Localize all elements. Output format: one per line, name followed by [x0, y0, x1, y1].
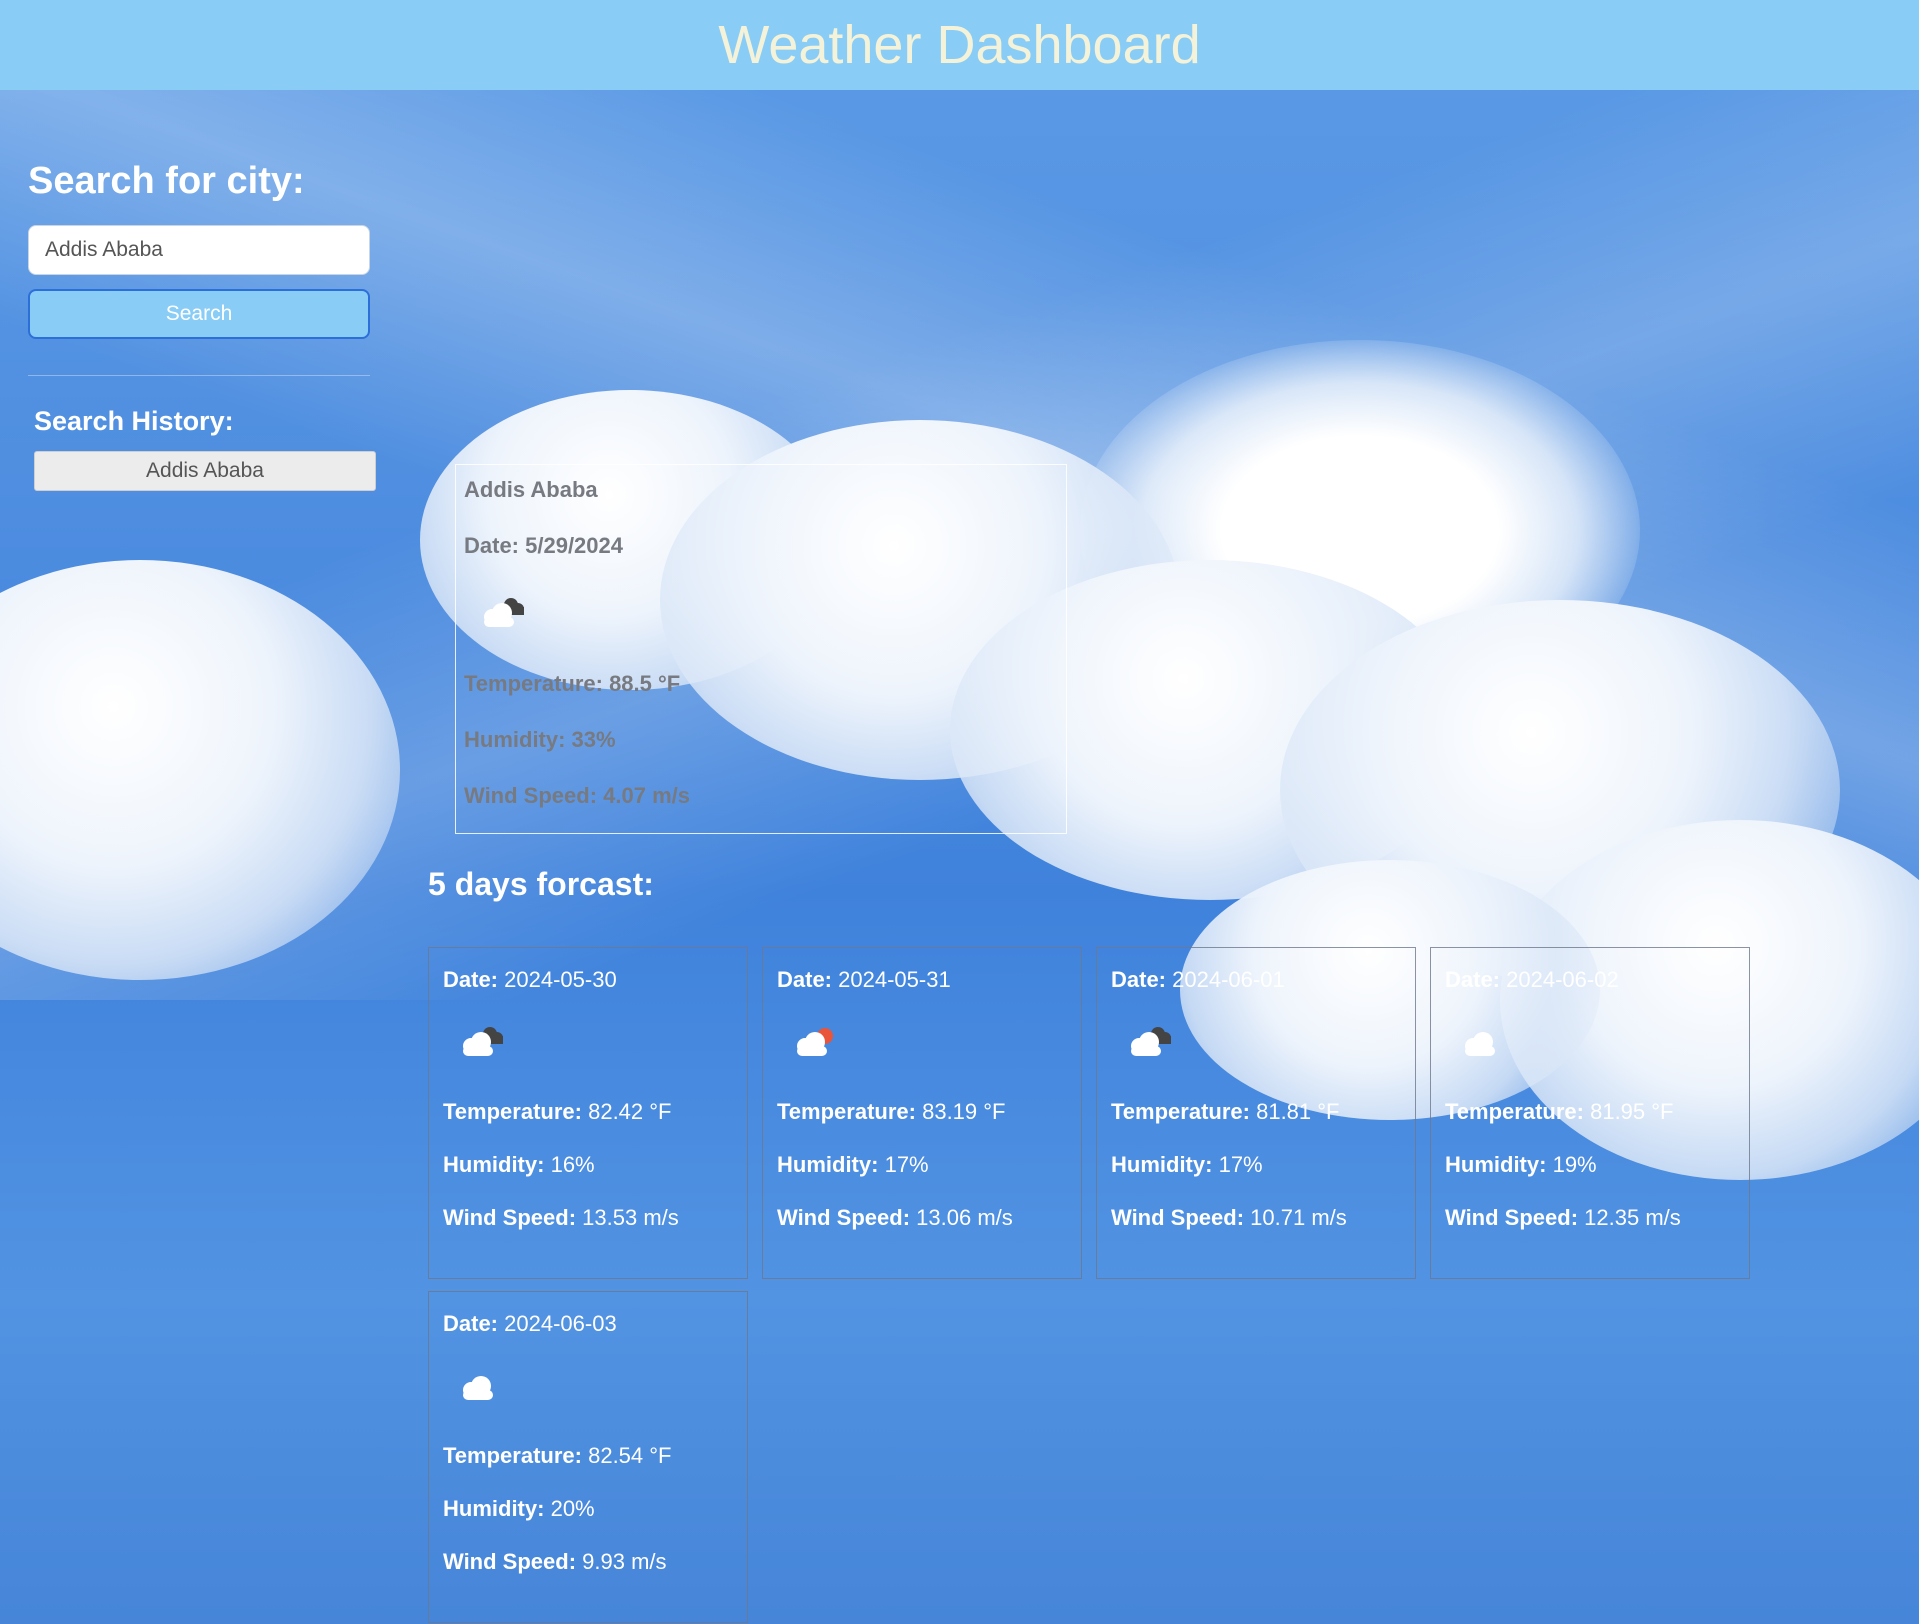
date-label: Date: [1111, 967, 1167, 992]
forecast-date: 2024-06-02 [1506, 967, 1619, 992]
forecast-humidity-row: Humidity: 17% [1111, 1151, 1401, 1179]
forecast-card: Date: 2024-05-31 Temperature: 83.19 °F H… [762, 947, 1082, 1279]
city-search-input[interactable] [28, 225, 370, 275]
forecast-date: 2024-06-01 [1172, 967, 1285, 992]
cloud-icon [1453, 1010, 1735, 1080]
date-label: Date: [777, 967, 833, 992]
current-weather-card: Addis Ababa Date: 5/29/2024 Temperature:… [455, 464, 1067, 834]
current-humidity: Humidity: 33% [464, 727, 616, 752]
forecast-date-row: Date: 2024-06-01 [1111, 966, 1401, 994]
forecast-date-row: Date: 2024-06-03 [443, 1310, 733, 1338]
forecast-temperature: 81.81 °F [1256, 1099, 1340, 1124]
current-date: Date: 5/29/2024 [464, 533, 623, 558]
search-title: Search for city: [28, 160, 305, 202]
wind-label: Wind Speed: [1111, 1205, 1245, 1230]
forecast-date: 2024-06-03 [504, 1311, 617, 1336]
forecast-title: 5 days forcast: [428, 866, 654, 902]
forecast-date-row: Date: 2024-05-31 [777, 966, 1067, 994]
forecast-humidity: 17% [884, 1152, 929, 1177]
search-history-title: Search History: [34, 406, 234, 436]
date-label: Date: [1445, 967, 1501, 992]
wind-label: Wind Speed: [443, 1205, 577, 1230]
cloud-dark-icon [1119, 1010, 1401, 1080]
forecast-date: 2024-05-30 [504, 967, 617, 992]
date-label: Date: [443, 967, 499, 992]
forecast-temperature-row: Temperature: 81.81 °F [1111, 1098, 1401, 1126]
page-title: Weather Dashboard [718, 15, 1201, 75]
temperature-label: Temperature: [443, 1443, 582, 1468]
forecast-date-row: Date: 2024-05-30 [443, 966, 733, 994]
forecast-humidity-row: Humidity: 19% [1445, 1151, 1735, 1179]
forecast-wind-row: Wind Speed: 13.06 m/s [777, 1204, 1067, 1232]
humidity-label: Humidity: [443, 1496, 545, 1521]
temperature-label: Temperature: [443, 1099, 582, 1124]
forecast-wind-speed: 13.06 m/s [916, 1205, 1013, 1230]
search-button[interactable]: Search [28, 289, 370, 339]
current-wind-speed: Wind Speed: 4.07 m/s [464, 783, 690, 808]
cloud-icon [451, 1354, 733, 1424]
date-label: Date: [443, 1311, 499, 1336]
forecast-temperature-row: Temperature: 82.42 °F [443, 1098, 733, 1126]
forecast-humidity: 19% [1552, 1152, 1597, 1177]
forecast-wind-row: Wind Speed: 12.35 m/s [1445, 1204, 1735, 1232]
forecast-wind-speed: 10.71 m/s [1250, 1205, 1347, 1230]
humidity-label: Humidity: [443, 1152, 545, 1177]
current-city: Addis Ababa [464, 477, 598, 502]
forecast-wind-row: Wind Speed: 13.53 m/s [443, 1204, 733, 1232]
temperature-label: Temperature: [777, 1099, 916, 1124]
forecast-wind-speed: 9.93 m/s [582, 1549, 667, 1574]
forecast-temperature-row: Temperature: 82.54 °F [443, 1442, 733, 1470]
temperature-label: Temperature: [1445, 1099, 1584, 1124]
forecast-temperature-row: Temperature: 81.95 °F [1445, 1098, 1735, 1126]
forecast-humidity-row: Humidity: 16% [443, 1151, 733, 1179]
forecast-temperature: 82.42 °F [588, 1099, 672, 1124]
cloud-dark-icon [472, 581, 1058, 641]
forecast-temperature: 83.19 °F [922, 1099, 1006, 1124]
humidity-label: Humidity: [1111, 1152, 1213, 1177]
humidity-label: Humidity: [1445, 1152, 1547, 1177]
forecast-date: 2024-05-31 [838, 967, 951, 992]
wind-label: Wind Speed: [1445, 1205, 1579, 1230]
forecast-humidity-row: Humidity: 20% [443, 1495, 733, 1523]
forecast-temperature-row: Temperature: 83.19 °F [777, 1098, 1067, 1126]
humidity-label: Humidity: [777, 1152, 879, 1177]
forecast-card: Date: 2024-05-30 Temperature: 82.42 °F H… [428, 947, 748, 1279]
forecast-temperature: 81.95 °F [1590, 1099, 1674, 1124]
forecast-wind-row: Wind Speed: 9.93 m/s [443, 1548, 733, 1576]
wind-label: Wind Speed: [443, 1549, 577, 1574]
forecast-card: Date: 2024-06-03 Temperature: 82.54 °F H… [428, 1291, 748, 1623]
forecast-date-row: Date: 2024-06-02 [1445, 966, 1735, 994]
cloud-sun-icon [785, 1010, 1067, 1080]
forecast-humidity: 16% [550, 1152, 595, 1177]
forecast-wind-speed: 12.35 m/s [1584, 1205, 1681, 1230]
forecast-humidity-row: Humidity: 17% [777, 1151, 1067, 1179]
page-header: Weather Dashboard [0, 0, 1919, 90]
divider [28, 375, 370, 376]
wind-label: Wind Speed: [777, 1205, 911, 1230]
current-temperature: Temperature: 88.5 °F [464, 671, 681, 696]
forecast-humidity: 17% [1218, 1152, 1263, 1177]
forecast-card: Date: 2024-06-02 Temperature: 81.95 °F H… [1430, 947, 1750, 1279]
cloud-dark-icon [451, 1010, 733, 1080]
forecast-humidity: 20% [550, 1496, 595, 1521]
forecast-wind-row: Wind Speed: 10.71 m/s [1111, 1204, 1401, 1232]
temperature-label: Temperature: [1111, 1099, 1250, 1124]
forecast-wind-speed: 13.53 m/s [582, 1205, 679, 1230]
forecast-card: Date: 2024-06-01 Temperature: 81.81 °F H… [1096, 947, 1416, 1279]
history-item-button[interactable]: Addis Ababa [34, 451, 376, 491]
sidebar: Search for city: Search Search History: … [28, 160, 376, 491]
forecast-temperature: 82.54 °F [588, 1443, 672, 1468]
